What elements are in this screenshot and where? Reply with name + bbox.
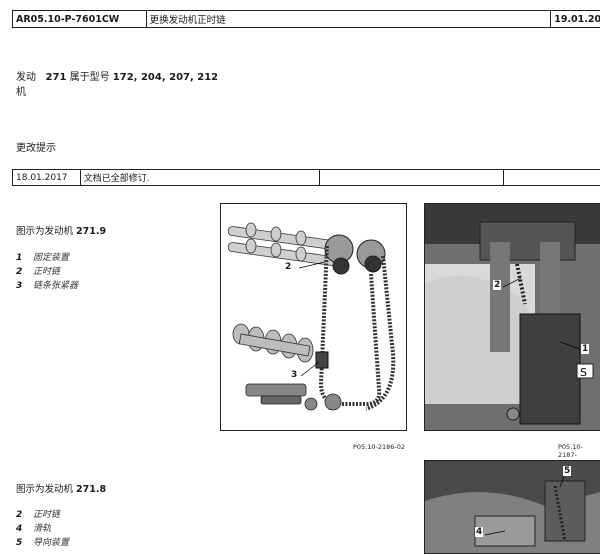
legend-text: 导向装置 <box>33 538 70 548</box>
figure1-caption: P05.10-2186-02 <box>353 443 406 451</box>
timing-chain-illustration <box>227 222 396 411</box>
section1-title-prefix: 图示为发动机 <box>16 226 74 237</box>
applies-line2: 机 <box>16 87 26 98</box>
legend-item: 2 正时链 <box>16 265 78 279</box>
fixture-photo-illustration: S <box>425 204 600 430</box>
callout-label: 1 <box>581 344 590 354</box>
callout-label: 5 <box>563 466 572 476</box>
legend-text: 链条张紧器 <box>33 281 79 291</box>
change-empty-cell <box>504 170 600 185</box>
section2-title-engine: 271.8 <box>76 484 107 495</box>
legend-text: 正时链 <box>33 510 61 520</box>
document-header: AR05.10-P-7601CW 更换发动机正时链 19.01.20 <box>12 10 600 28</box>
figure-guide-rail-photo: 5 4 <box>424 460 600 554</box>
changes-table-row: 18.01.2017 文档已全部修订. <box>12 169 600 186</box>
callout-label: 4 <box>475 527 484 537</box>
svg-text:S: S <box>580 366 587 379</box>
legend-item: 5 导向装置 <box>16 536 69 550</box>
legend-number: 2 <box>16 267 23 277</box>
document-id: AR05.10-P-7601CW <box>13 11 147 27</box>
legend-number: 4 <box>16 524 23 534</box>
legend-number: 3 <box>16 281 23 291</box>
legend-number: 2 <box>16 510 23 520</box>
section2-legend: 2 正时链 4 滑轨 5 导向装置 <box>16 508 69 550</box>
applies-prefix: 发动 <box>16 72 36 83</box>
section1-title-engine: 271.9 <box>76 226 107 237</box>
legend-number: 1 <box>16 253 23 263</box>
legend-item: 3 链条张紧器 <box>16 279 78 293</box>
section2-title: 图示为发动机 271.8 <box>16 481 106 495</box>
change-text: 文档已全部修订. <box>81 170 320 185</box>
legend-item: 2 正时链 <box>16 508 69 522</box>
figure2-caption: P05.10-2187- <box>558 443 583 459</box>
legend-text: 固定装置 <box>33 253 70 263</box>
figure-timing-chain-diagram: 2 3 <box>220 203 407 431</box>
section1-legend: 1 固定装置 2 正时链 3 链条张紧器 <box>16 251 78 293</box>
legend-number: 5 <box>16 538 23 548</box>
callout-label: 2 <box>285 262 292 272</box>
changes-title: 更改提示 <box>16 143 56 154</box>
applies-models: 172, 204, 207, 212 <box>112 72 219 83</box>
document-title: 更换发动机正时链 <box>147 11 552 27</box>
applies-to: 发动 271 属于型号 172, 204, 207, 212 机 <box>16 70 218 100</box>
legend-text: 正时链 <box>33 267 61 277</box>
figure-fixture-photo: S 2 1 <box>424 203 600 431</box>
section1-title: 图示为发动机 271.9 <box>16 223 106 237</box>
applies-engine: 271 <box>45 72 67 83</box>
callout-label: 2 <box>493 280 502 290</box>
section2-title-prefix: 图示为发动机 <box>16 484 74 495</box>
applies-middle: 属于型号 <box>69 72 110 83</box>
legend-item: 1 固定装置 <box>16 251 78 265</box>
change-empty-cell <box>320 170 505 185</box>
change-date: 18.01.2017 <box>13 170 81 185</box>
guide-rail-photo-illustration <box>425 461 600 553</box>
legend-text: 滑轨 <box>33 524 52 534</box>
legend-item: 4 滑轨 <box>16 522 69 536</box>
document-date: 19.01.20 <box>554 13 600 25</box>
callout-label: 3 <box>291 370 298 380</box>
